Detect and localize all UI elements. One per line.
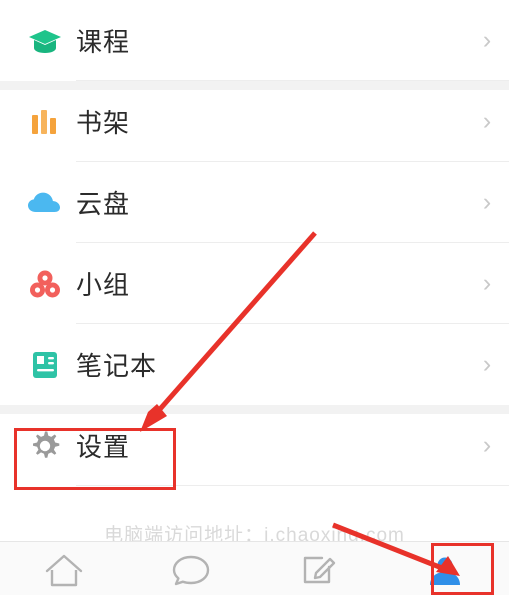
home-icon (43, 551, 85, 592)
graduation-cap-icon (14, 26, 76, 56)
list-item-label: 书架 (76, 108, 131, 138)
chevron-right-icon: › (482, 188, 492, 216)
bookshelf-icon (14, 107, 76, 137)
row-divider (76, 485, 509, 486)
list-item-label: 设置 (76, 432, 131, 462)
chevron-right-icon: › (482, 107, 492, 135)
gear-icon (14, 430, 76, 462)
message-icon (170, 551, 212, 592)
chevron-right-icon: › (482, 26, 492, 54)
compose-icon (297, 551, 339, 592)
tab-profile[interactable] (382, 542, 509, 595)
group-circles-icon (14, 269, 76, 299)
chevron-right-icon: › (482, 269, 492, 297)
tab-home[interactable] (0, 542, 127, 595)
chevron-right-icon: › (482, 431, 492, 459)
tab-message[interactable] (127, 542, 254, 595)
list-item-courses[interactable]: 课程 › (0, 0, 509, 81)
settings-menu-list: 课程 › 书架 › 云盘 › 小组 › 笔记本 › 设置 › (0, 0, 509, 486)
list-item-label: 课程 (76, 27, 131, 57)
list-item-group[interactable]: 小组 › (0, 243, 509, 324)
list-item-label: 云盘 (76, 189, 131, 219)
list-item-label: 小组 (76, 270, 131, 300)
tab-compose[interactable] (255, 542, 382, 595)
notebook-icon (14, 350, 76, 380)
bottom-tab-bar (0, 541, 509, 595)
list-item-notebook[interactable]: 笔记本 › (0, 324, 509, 405)
list-item-label: 笔记本 (76, 351, 158, 381)
list-item-settings[interactable]: 设置 › (0, 405, 509, 486)
profile-icon (424, 551, 466, 592)
app-screen: 课程 › 书架 › 云盘 › 小组 › 笔记本 › 设置 › 电脑端访问地址：i… (0, 0, 509, 595)
cloud-icon (14, 190, 76, 216)
list-item-cloud-drive[interactable]: 云盘 › (0, 162, 509, 243)
list-item-bookshelf[interactable]: 书架 › (0, 81, 509, 162)
chevron-right-icon: › (482, 350, 492, 378)
